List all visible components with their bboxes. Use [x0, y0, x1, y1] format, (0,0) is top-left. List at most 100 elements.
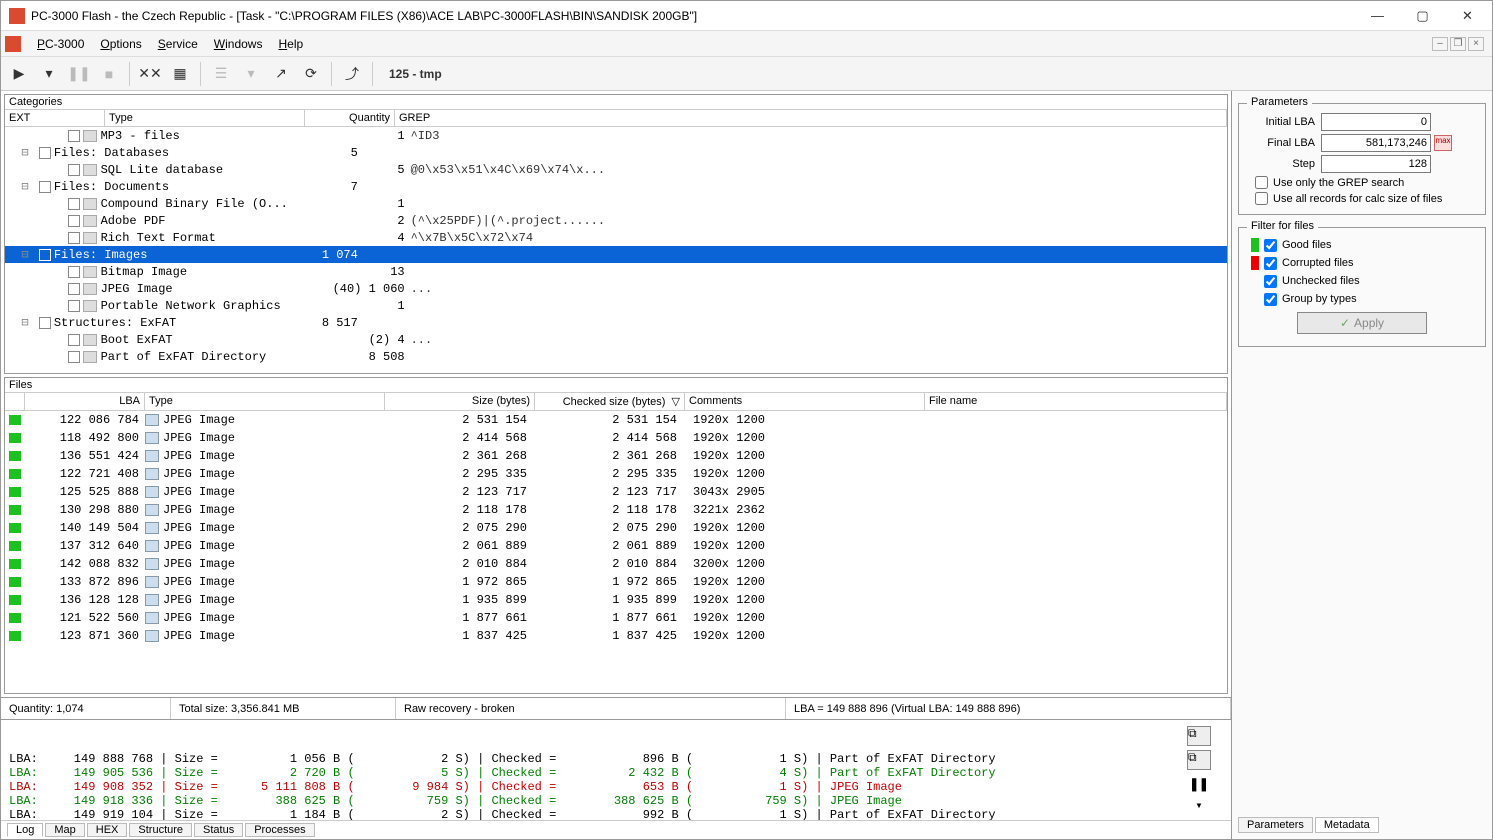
file-row[interactable]: 136 128 128JPEG Image1 935 8991 935 8991…	[5, 591, 1227, 609]
file-row[interactable]: 136 551 424JPEG Image2 361 2682 361 2681…	[5, 447, 1227, 465]
tab-status[interactable]: Status	[194, 823, 243, 837]
apply-button[interactable]: ✓ Apply	[1297, 312, 1427, 334]
files-panel: Files LBA Type Size (bytes) Checked size…	[4, 377, 1228, 694]
list-dd-icon[interactable]: ▾	[237, 60, 265, 88]
step-input[interactable]	[1321, 155, 1431, 173]
list-icon[interactable]: ☰	[207, 60, 235, 88]
mdi-restore-button[interactable]: ❐	[1450, 37, 1466, 51]
tab-parameters[interactable]: Parameters	[1238, 817, 1313, 833]
category-row[interactable]: Rich Text Format4^\x7B\x5C\x72\x74	[5, 229, 1227, 246]
file-row[interactable]: 140 149 504JPEG Image2 075 2902 075 2901…	[5, 519, 1227, 537]
group-types-label: Group by types	[1282, 293, 1357, 305]
category-row[interactable]: ⊟ Files: Documents7	[5, 178, 1227, 195]
file-row[interactable]: 122 086 784JPEG Image2 531 1542 531 1541…	[5, 411, 1227, 429]
close-button[interactable]: ✕	[1445, 2, 1490, 30]
col-grep[interactable]: GREP	[395, 110, 1227, 126]
col-type[interactable]: Type	[145, 393, 385, 410]
col-quantity[interactable]: Quantity	[305, 110, 395, 126]
pause-icon[interactable]: ❚❚	[65, 60, 93, 88]
category-row[interactable]: SQL Lite database5@0\x53\x51\x4C\x69\x74…	[5, 161, 1227, 178]
col-ext[interactable]: EXT	[5, 110, 105, 126]
category-row[interactable]: JPEG Image(40) 1 060...	[5, 280, 1227, 297]
tab-hex[interactable]: HEX	[87, 823, 128, 837]
col-size[interactable]: Size (bytes)	[385, 393, 535, 410]
file-row[interactable]: 123 871 360JPEG Image1 837 4251 837 4251…	[5, 627, 1227, 645]
log-body[interactable]: LBA: 149 888 768 | Size = 1 056 B ( 2 S)…	[1, 720, 1231, 820]
col-comments[interactable]: Comments	[685, 393, 925, 410]
mdi-close-button[interactable]: ×	[1468, 37, 1484, 51]
window-controls: — ▢ ✕	[1355, 2, 1490, 30]
file-row[interactable]: 125 525 888JPEG Image2 123 7172 123 7173…	[5, 483, 1227, 501]
play-icon[interactable]: ▶	[5, 60, 33, 88]
menu-pc3000[interactable]: PC-3000	[29, 35, 92, 53]
tab-processes[interactable]: Processes	[245, 823, 314, 837]
log-pause-icon[interactable]: ❚❚	[1189, 774, 1208, 794]
menu-options[interactable]: Options	[92, 35, 149, 53]
category-row[interactable]: ⊟ Files: Databases5	[5, 144, 1227, 161]
menu-help[interactable]: Help	[270, 35, 311, 53]
status-mark-icon	[9, 433, 21, 443]
exit-icon[interactable]: ⤴	[338, 60, 366, 88]
final-lba-input[interactable]	[1321, 134, 1431, 152]
status-mark-icon	[9, 523, 21, 533]
export-icon[interactable]: ↗	[267, 60, 295, 88]
file-row[interactable]: 137 312 640JPEG Image2 061 8892 061 8891…	[5, 537, 1227, 555]
file-row[interactable]: 121 522 560JPEG Image1 877 6611 877 6611…	[5, 609, 1227, 627]
log-line: LBA: 149 918 336 | Size = 388 625 B ( 75…	[9, 794, 1223, 808]
tab-metadata[interactable]: Metadata	[1315, 817, 1379, 833]
refresh-icon[interactable]: ⟳	[297, 60, 325, 88]
file-row[interactable]: 142 088 832JPEG Image2 010 8842 010 8843…	[5, 555, 1227, 573]
col-type[interactable]: Type	[105, 110, 305, 126]
file-type-icon	[145, 612, 159, 624]
category-row[interactable]: Part of ExFAT Directory8 508	[5, 348, 1227, 365]
col-filename[interactable]: File name	[925, 393, 1227, 410]
mdi-min-button[interactable]: –	[1432, 37, 1448, 51]
max-button[interactable]: max	[1434, 135, 1452, 151]
file-type-icon	[145, 432, 159, 444]
category-row[interactable]: Boot ExFAT(2) 4...	[5, 331, 1227, 348]
category-row[interactable]: Adobe PDF2(^\x25PDF)|(^.project......	[5, 212, 1227, 229]
tab-log[interactable]: Log	[7, 823, 43, 837]
category-row[interactable]: ⊟ Files: Images1 074	[5, 246, 1227, 263]
final-lba-label: Final LBA	[1245, 137, 1321, 149]
file-row[interactable]: 122 721 408JPEG Image2 295 3352 295 3351…	[5, 465, 1227, 483]
status-lba: LBA = 149 888 896 (Virtual LBA: 149 888 …	[786, 698, 1231, 719]
corrupted-files-checkbox[interactable]	[1264, 257, 1277, 270]
grid-icon[interactable]: ▦	[166, 60, 194, 88]
monitor-icon[interactable]: ⧉	[1187, 726, 1211, 746]
group-types-checkbox[interactable]	[1264, 293, 1277, 306]
good-files-checkbox[interactable]	[1264, 239, 1277, 252]
log-down-icon[interactable]: ▾	[1195, 798, 1202, 813]
file-row[interactable]: 130 298 880JPEG Image2 118 1782 118 1783…	[5, 501, 1227, 519]
tools-icon[interactable]: ✕✕	[136, 60, 164, 88]
category-row[interactable]: Portable Network Graphics1	[5, 297, 1227, 314]
tab-map[interactable]: Map	[45, 823, 84, 837]
monitor2-icon[interactable]: ⧉	[1187, 750, 1211, 770]
category-row[interactable]: ⊟ Structures: ExFAT8 517	[5, 314, 1227, 331]
stop-icon[interactable]: ■	[95, 60, 123, 88]
dropdown-icon[interactable]: ▾	[35, 60, 63, 88]
status-mark-icon	[9, 469, 21, 479]
tab-structure[interactable]: Structure	[129, 823, 192, 837]
log-line: LBA: 149 905 536 | Size = 2 720 B ( 5 S)…	[9, 766, 1223, 780]
unchecked-files-checkbox[interactable]	[1264, 275, 1277, 288]
minimize-button[interactable]: —	[1355, 2, 1400, 30]
categories-body[interactable]: MP3 - files1^ID3 ⊟ Files: Databases5 SQL…	[5, 127, 1227, 373]
menu-windows[interactable]: Windows	[206, 35, 271, 53]
col-checked-size[interactable]: Checked size (bytes) ▽	[535, 393, 685, 410]
initial-lba-input[interactable]	[1321, 113, 1431, 131]
status-mark-icon	[9, 415, 21, 425]
only-grep-checkbox[interactable]	[1255, 176, 1268, 189]
all-records-checkbox[interactable]	[1255, 192, 1268, 205]
file-row[interactable]: 133 872 896JPEG Image1 972 8651 972 8651…	[5, 573, 1227, 591]
col-lba[interactable]: LBA	[25, 393, 145, 410]
files-body[interactable]: 122 086 784JPEG Image2 531 1542 531 1541…	[5, 411, 1227, 693]
category-row[interactable]: Compound Binary File (O...1	[5, 195, 1227, 212]
maximize-button[interactable]: ▢	[1400, 2, 1445, 30]
status-mark-icon	[9, 541, 21, 551]
category-row[interactable]: MP3 - files1^ID3	[5, 127, 1227, 144]
menu-service[interactable]: Service	[150, 35, 206, 53]
category-row[interactable]: Bitmap Image13	[5, 263, 1227, 280]
file-type-icon	[145, 576, 159, 588]
file-row[interactable]: 118 492 800JPEG Image2 414 5682 414 5681…	[5, 429, 1227, 447]
